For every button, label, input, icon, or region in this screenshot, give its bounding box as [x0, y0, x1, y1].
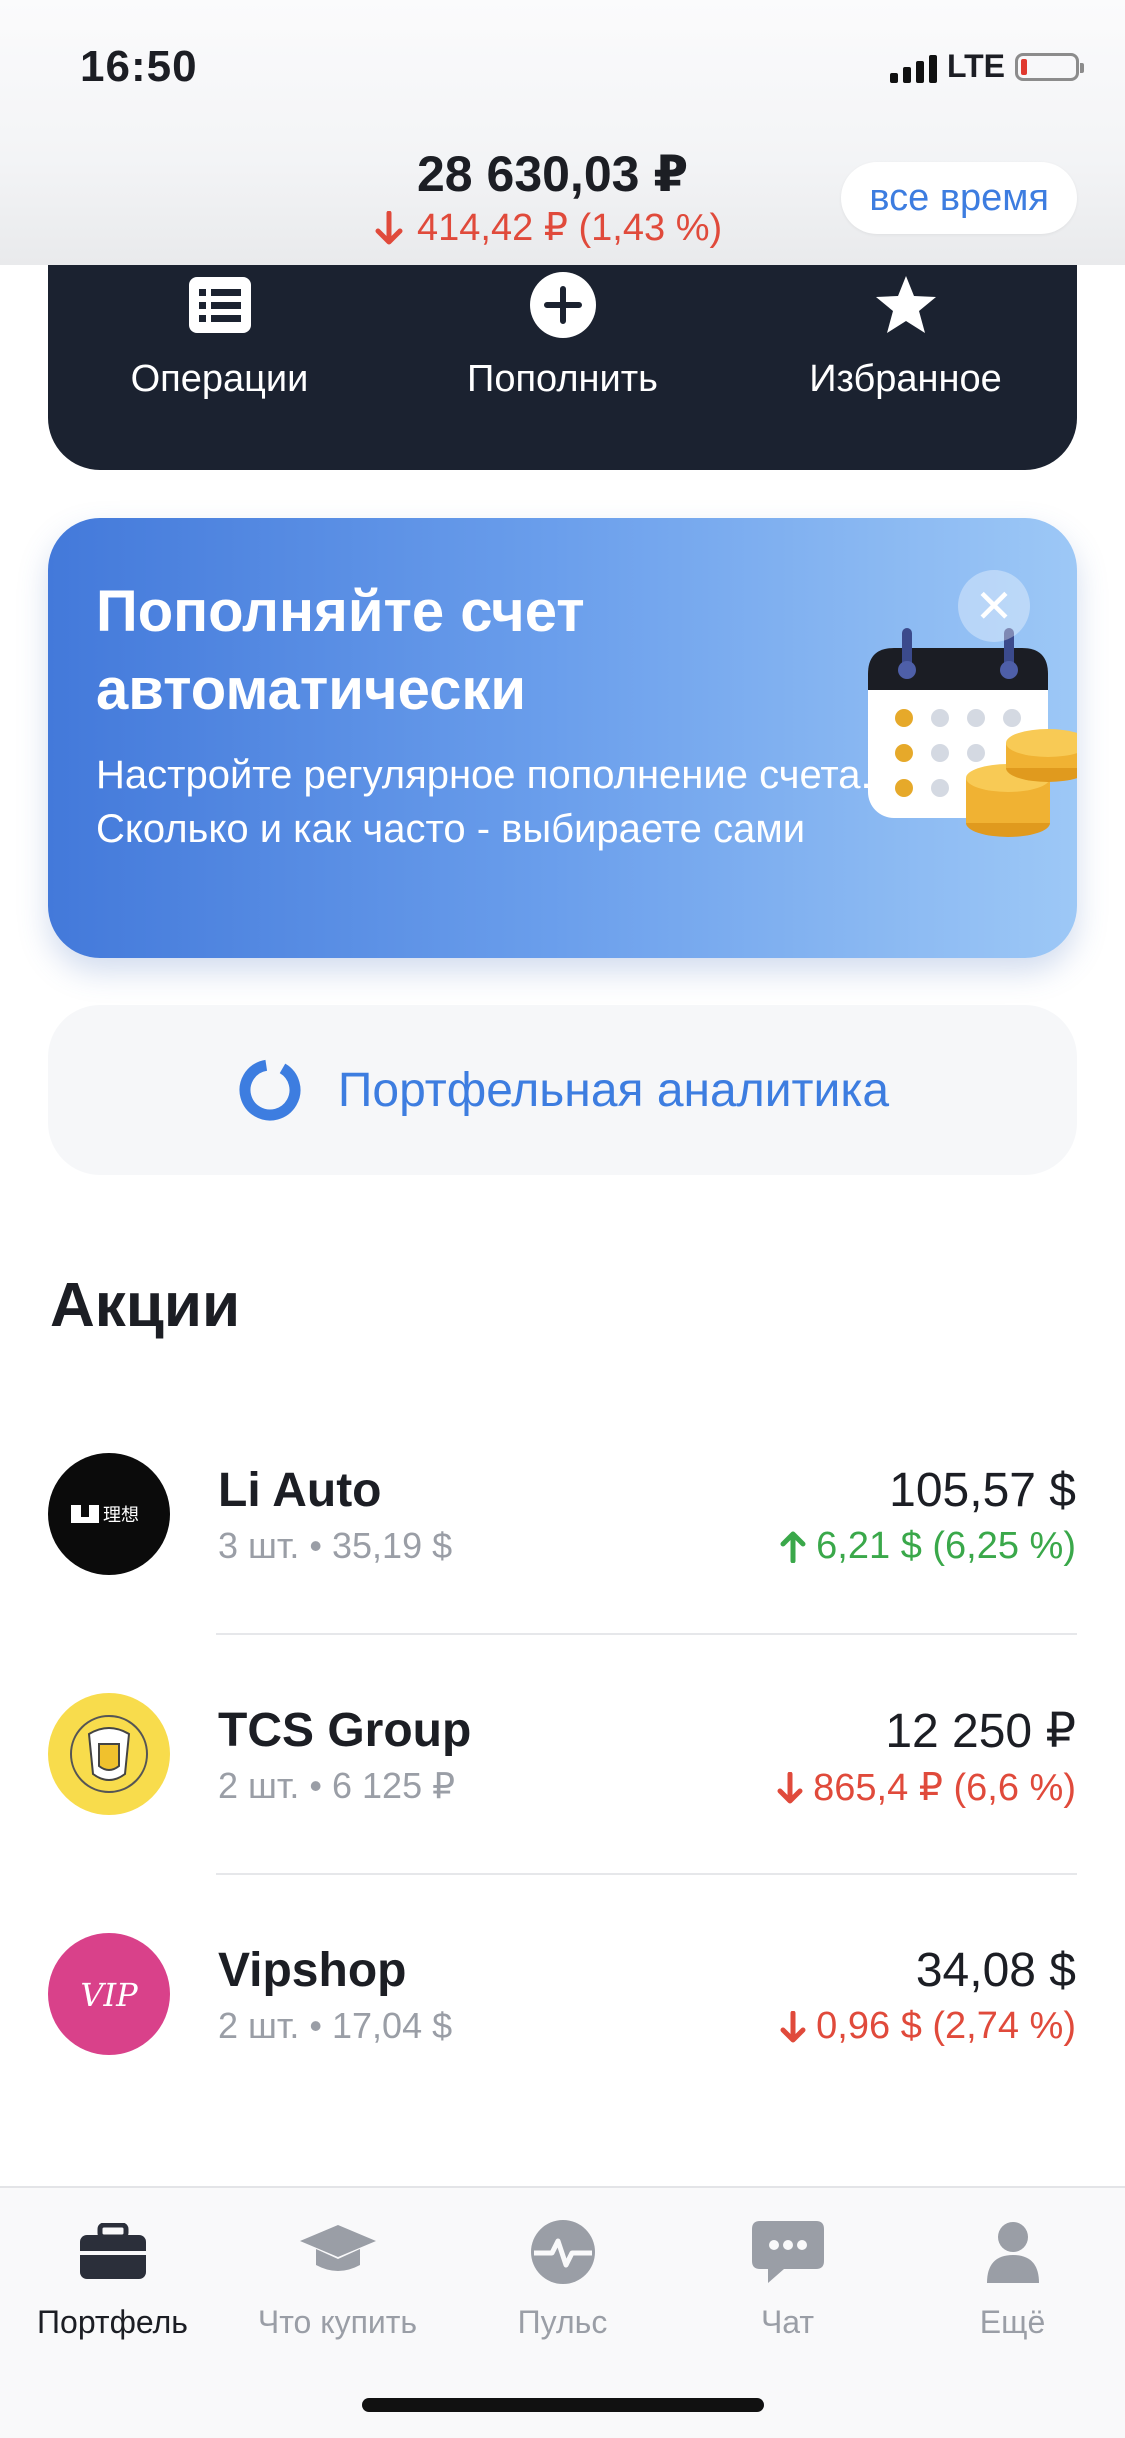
top-up-button[interactable]: Пополнить [391, 270, 734, 401]
operations-label: Операции [130, 358, 309, 400]
favorites-label: Избранное [809, 358, 1002, 400]
arrow-down-icon [780, 2010, 806, 2042]
stock-change: 6,21 $ (6,25 %) [780, 1525, 1076, 1568]
stock-meta: 2 шт. • 17,04 $ [218, 2005, 453, 2046]
network-label: LTE [946, 48, 1005, 84]
operations-button[interactable]: Операции [48, 270, 391, 401]
portfolio-change: 414,42 ₽ (1,43 %) [375, 205, 722, 250]
promo-text: Настройте регулярное пополнение счета. С… [96, 753, 872, 851]
top-up-label: Пополнить [467, 358, 658, 400]
star-icon [875, 276, 936, 333]
top-header: 16:50 LTE 28 630,03 ₽ 414,42 ₽ (1,43 %) … [0, 0, 1125, 265]
actions-card: Операции Пополнить Избранное [48, 230, 1077, 470]
stock-price: 34,08 $ [915, 1944, 1076, 1997]
tab-chat[interactable]: Чат [675, 2212, 900, 2341]
stock-name: TCS Group [218, 1704, 472, 1757]
tab-portfolio[interactable]: Портфель [0, 2212, 225, 2341]
tab-more[interactable]: Ещё [900, 2212, 1125, 2341]
tab-label: Чат [760, 2304, 815, 2340]
tab-pulse[interactable]: Пульс [450, 2212, 675, 2341]
battery-icon [1015, 52, 1084, 81]
tab-what-to-buy[interactable]: Что купить [225, 2212, 450, 2341]
profile-icon [986, 2222, 1039, 2283]
portfolio-analytics-button[interactable]: Портфельная аналитика [48, 1005, 1077, 1175]
stock-row-li-auto[interactable]: 理想 Li Auto 3 шт. • 35,19 $ 105,57 $ 6,21… [0, 1425, 1125, 1625]
arrow-down-icon [375, 210, 403, 244]
stock-price: 105,57 $ [889, 1464, 1076, 1517]
svg-text:理想: 理想 [103, 1505, 139, 1526]
portfolio-total: 28 630,03 ₽ [417, 146, 689, 202]
stock-meta: 3 шт. • 35,19 $ [218, 1525, 453, 1566]
tab-label: Что купить [257, 2304, 418, 2340]
autotopup-promo[interactable]: Пополняйте счет автоматически Настройте … [48, 518, 1077, 958]
stock-row-vipshop[interactable]: VIP Vipshop 2 шт. • 17,04 $ 34,08 $ 0,96… [0, 1905, 1125, 2105]
stock-meta: 2 шт. • 6 125 ₽ [218, 1765, 456, 1806]
tab-label: Пульс [517, 2304, 608, 2340]
divider [216, 1873, 1077, 1875]
analytics-label: Портфельная аналитика [337, 1063, 890, 1117]
stock-row-tcs-group[interactable]: TCS Group 2 шт. • 6 125 ₽ 12 250 ₽ 865,4… [0, 1665, 1125, 1865]
home-indicator[interactable] [362, 2398, 764, 2412]
arrow-up-icon [780, 1531, 806, 1563]
stock-price: 12 250 ₽ [885, 1705, 1076, 1758]
promo-title: Пополняйте счет автоматически [96, 579, 585, 722]
vipshop-logo: VIP [48, 1933, 170, 2055]
section-title: Акции [50, 1271, 241, 1340]
status-indicators: LTE [889, 48, 1084, 85]
tab-label: Ещё [979, 2304, 1046, 2340]
tcs-group-logo [48, 1693, 170, 1815]
briefcase-icon [79, 2223, 146, 2279]
tab-label: Портфель [37, 2304, 188, 2340]
period-button[interactable]: все время [841, 162, 1077, 234]
status-time: 16:50 [80, 42, 198, 91]
svg-text:VIP: VIP [80, 1976, 138, 2014]
list-icon [188, 277, 251, 333]
plus-circle-icon [529, 272, 596, 338]
divider [216, 1633, 1077, 1635]
close-icon[interactable]: ✕ [958, 570, 1030, 642]
stock-change: 865,4 ₽ (6,6 %) [777, 1765, 1076, 1810]
chat-icon [751, 2221, 824, 2283]
donut-chart-icon [239, 1059, 301, 1121]
stock-change: 0,96 $ (2,74 %) [780, 2005, 1076, 2048]
stock-name: Vipshop [218, 1944, 407, 1997]
signal-icon [889, 51, 937, 83]
favorites-button[interactable]: Избранное [734, 270, 1077, 401]
graduation-cap-icon [299, 2225, 376, 2271]
stock-name: Li Auto [218, 1464, 382, 1517]
portfolio-change-value: 414,42 ₽ (1,43 %) [417, 207, 723, 249]
pulse-icon [530, 2220, 595, 2284]
arrow-down-icon [777, 1771, 803, 1803]
li-auto-logo: 理想 [48, 1453, 170, 1575]
calendar-coins-icon [868, 628, 1077, 837]
